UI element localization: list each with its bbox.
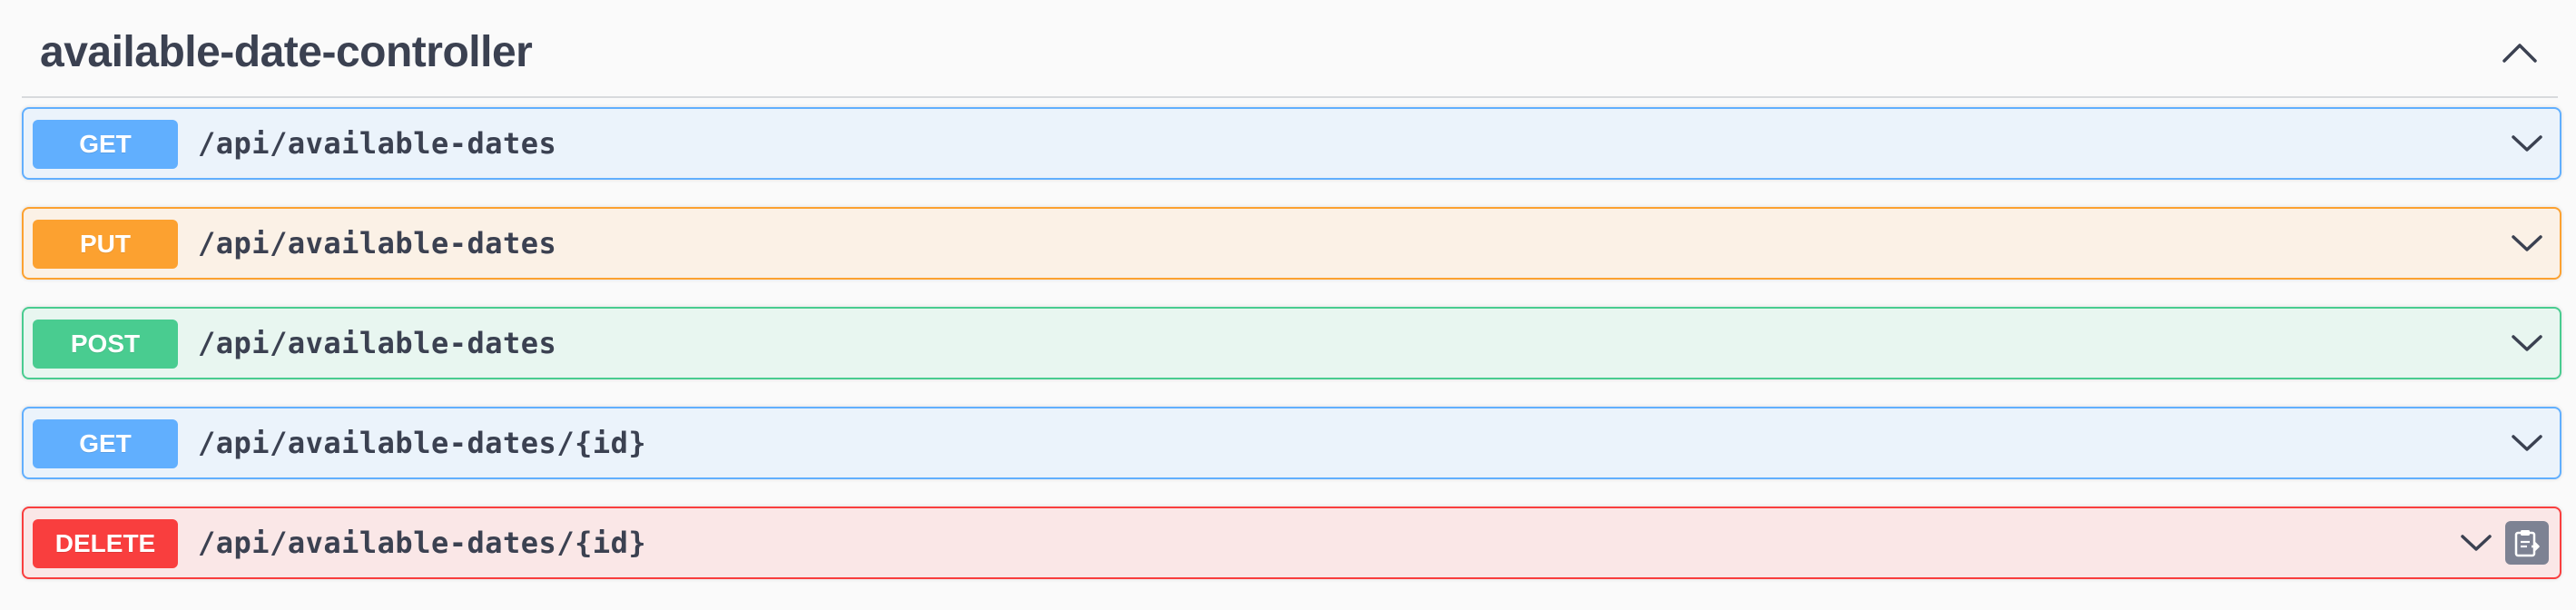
chevron-down-icon[interactable]: [2505, 122, 2549, 165]
chevron-down-icon[interactable]: [2505, 221, 2549, 265]
chevron-down-icon[interactable]: [2454, 521, 2498, 565]
method-badge: GET: [33, 419, 178, 468]
section-title[interactable]: available-date-controller: [40, 27, 533, 78]
operation-path[interactable]: /api/available-dates/{id}: [198, 508, 646, 577]
operation-get-available-dates[interactable]: GET /api/available-dates: [22, 107, 2561, 180]
method-badge: PUT: [33, 220, 178, 269]
operation-path[interactable]: /api/available-dates/{id}: [198, 408, 646, 477]
operation-delete-available-date-by-id[interactable]: DELETE /api/available-dates/{id}: [22, 507, 2561, 579]
chevron-up-icon[interactable]: [2494, 27, 2545, 78]
chevron-down-icon[interactable]: [2505, 421, 2549, 465]
chevron-down-icon[interactable]: [2505, 321, 2549, 365]
operation-post-available-dates[interactable]: POST /api/available-dates: [22, 307, 2561, 379]
operation-path[interactable]: /api/available-dates: [198, 309, 556, 378]
section-header[interactable]: available-date-controller: [22, 0, 2558, 98]
method-badge: POST: [33, 320, 178, 369]
operation-path[interactable]: /api/available-dates: [198, 209, 556, 278]
method-badge: GET: [33, 120, 178, 169]
clipboard-copy-icon[interactable]: [2505, 521, 2549, 565]
operation-path[interactable]: /api/available-dates: [198, 109, 556, 178]
operation-put-available-dates[interactable]: PUT /api/available-dates: [22, 207, 2561, 280]
method-badge: DELETE: [33, 519, 178, 568]
operation-get-available-date-by-id[interactable]: GET /api/available-dates/{id}: [22, 407, 2561, 479]
